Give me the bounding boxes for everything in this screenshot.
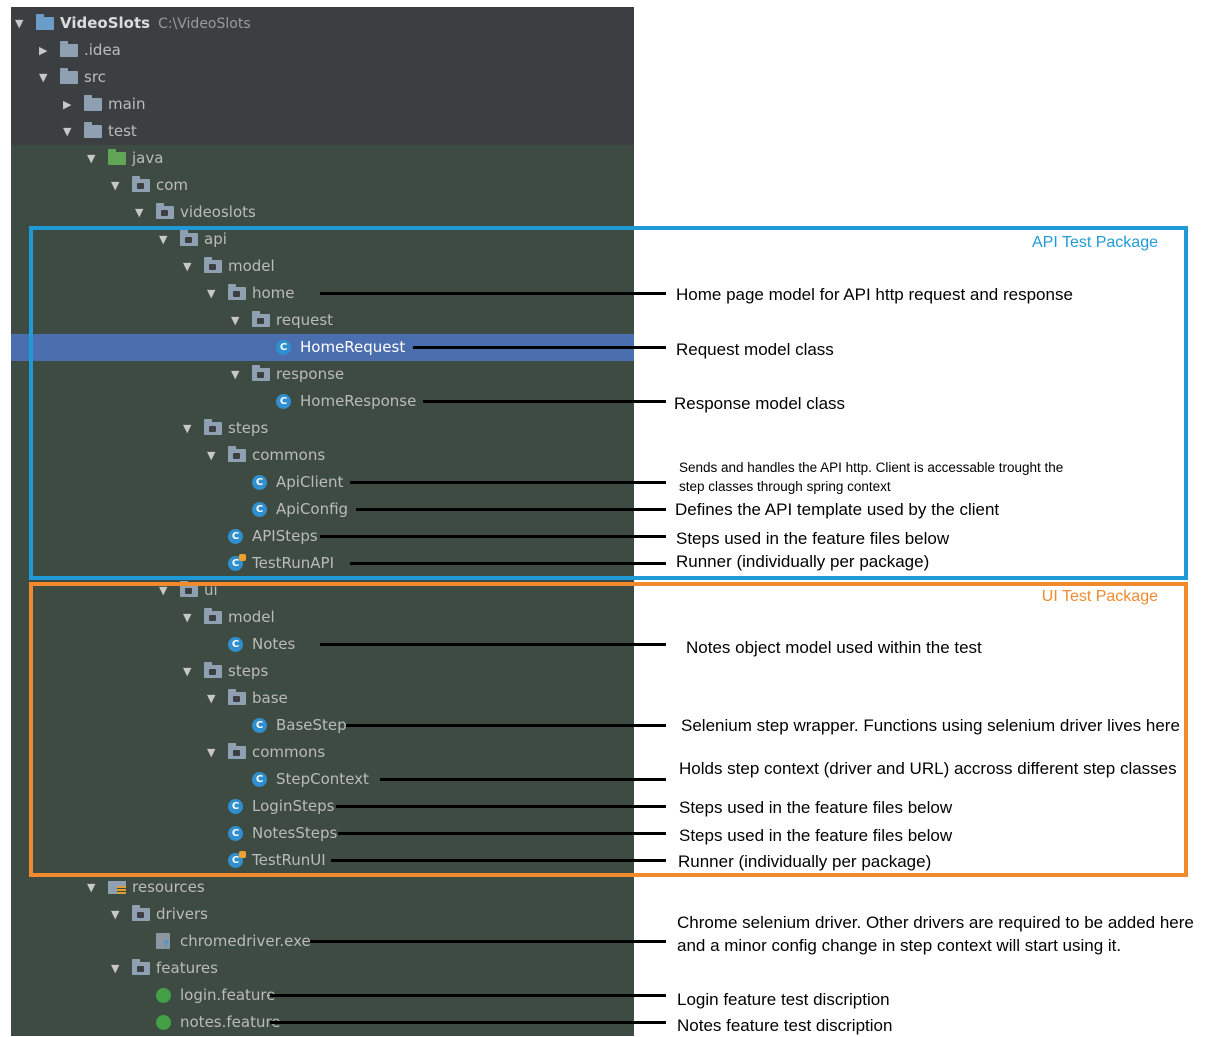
tree-item-label: .idea [84,41,121,59]
annotation-connector-line [356,508,666,511]
collapse-arrow-icon[interactable]: ▶ [63,91,71,118]
tree-item-label: chromedriver.exe [180,932,311,950]
tree-row-resources[interactable]: ▼ resources [11,874,634,901]
annotation-text: Runner (individually per package) [678,852,932,871]
tree-row-java[interactable]: ▼ java [11,145,634,172]
annotation-text: Notes object model used within the test [686,638,982,657]
annotation-text: Response model class [674,394,846,413]
annotation-text: Defines the API template used by the cli… [675,500,1000,519]
tree-row-videoslots[interactable]: ▼ videoslots [11,199,634,226]
api-test-package-title: API Test Package [1032,234,1158,251]
tree-row-videoslots[interactable]: ▼ VideoSlots C:\VideoSlots [11,10,634,37]
tree-item-label: main [108,95,146,113]
ui-test-package-title: UI Test Package [1041,588,1158,605]
tree-row-features[interactable]: ▼ features [11,955,634,982]
annotation-connector-line [270,1021,666,1024]
annotation-text: Sends and handles the API http. Client i… [679,460,1064,494]
annotation-text: Notes feature test discription [677,1016,893,1035]
tree-item-label: java [132,149,164,167]
annotation-text: Request model class [676,340,834,359]
annotation-text: Steps used in the feature files below [679,826,953,845]
annotation-connector-line [350,562,666,565]
expand-arrow-icon[interactable]: ▼ [135,199,143,226]
annotation-connector-line [338,832,666,835]
tree-row-drivers[interactable]: ▼ drivers [11,901,634,928]
tree-item-label: notes.feature [180,1013,281,1031]
annotation-connector-line [331,859,666,862]
tree-item-label: videoslots [180,203,256,221]
annotation-connector-line [350,481,666,484]
tree-item-label: login.feature [180,986,276,1004]
tree-item-label: test [108,122,137,140]
annotation-connector-line [380,778,666,781]
annotation-connector-line [320,643,666,646]
tree-item-label: com [156,176,189,194]
tree-item-label: features [156,959,218,977]
expand-arrow-icon[interactable]: ▼ [111,901,119,928]
annotation-text: Chrome selenium driver. Other drivers ar… [677,913,1194,955]
expand-arrow-icon[interactable]: ▼ [111,172,119,199]
tree-row--idea[interactable]: ▶ .idea [11,37,634,64]
annotation-connector-line [270,994,666,997]
expand-arrow-icon[interactable]: ▼ [87,874,95,901]
project-path: C:\VideoSlots [158,16,251,32]
tree-row-com[interactable]: ▼ com [11,172,634,199]
expand-arrow-icon[interactable]: ▼ [63,118,71,145]
expand-arrow-icon[interactable]: ▼ [15,10,23,37]
annotation-text: Holds step context (driver and URL) accr… [679,759,1177,778]
tree-row-test[interactable]: ▼ test [11,118,634,145]
expand-arrow-icon[interactable]: ▼ [39,64,47,91]
annotation-connector-line [413,346,666,349]
annotation-text: Login feature test discription [677,990,890,1009]
annotation-connector-line [320,292,666,295]
tree-item-label: VideoSlots [60,14,151,32]
tree-row-main[interactable]: ▶ main [11,91,634,118]
annotation-connector-line [336,805,666,808]
tree-item-label: src [84,68,106,86]
annotation-connector-line [346,724,666,727]
annotation-connector-line [310,940,666,943]
annotation-text: Runner (individually per package) [676,552,930,571]
annotation-text: Steps used in the feature files below [676,529,950,548]
tree-item-label: drivers [156,905,208,923]
annotation-connector-line [423,400,666,403]
expand-arrow-icon[interactable]: ▼ [87,145,95,172]
annotation-text: Home page model for API http request and… [676,285,1073,304]
tree-item-label: resources [132,878,205,896]
expand-arrow-icon[interactable]: ▼ [111,955,119,982]
annotation-connector-line [320,535,666,538]
annotation-text: Steps used in the feature files below [679,798,953,817]
annotation-text: Selenium step wrapper. Functions using s… [681,716,1180,735]
tree-row-src[interactable]: ▼ src [11,64,634,91]
collapse-arrow-icon[interactable]: ▶ [39,37,47,64]
